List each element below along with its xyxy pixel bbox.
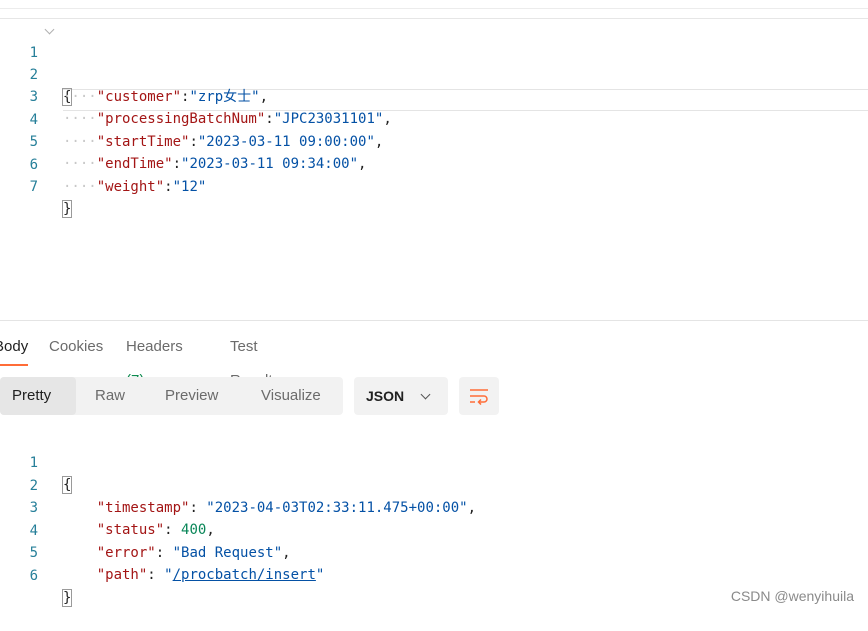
path-link[interactable]: /procbatch/insert xyxy=(173,567,316,583)
json-value: "2023-03-11 09:00:00" xyxy=(197,134,375,150)
chevron-down-icon xyxy=(420,389,431,400)
json-comma: , xyxy=(374,134,384,150)
json-comma: , xyxy=(282,545,291,561)
fold-chevron-icon[interactable] xyxy=(44,24,55,35)
view-mode-segmented-control: Pretty Raw Preview Visualize xyxy=(0,377,343,415)
pane-divider[interactable] xyxy=(0,320,868,321)
editor-line: 4 ····"startTime":"2023-03-11 09:00:00", xyxy=(0,87,384,150)
language-select-value: JSON xyxy=(366,388,405,404)
json-comma: , xyxy=(259,89,269,105)
json-value: "Bad Request" xyxy=(172,545,283,561)
editor-line: 1 { xyxy=(0,20,73,106)
close-brace: } xyxy=(61,200,73,218)
language-select[interactable]: JSON xyxy=(354,377,448,415)
json-comma: , xyxy=(467,500,477,516)
json-comma: , xyxy=(358,156,367,172)
watermark: CSDN @wenyihuila xyxy=(730,588,854,604)
tab-cookies[interactable]: Cookies xyxy=(49,330,103,364)
raw-label: Raw xyxy=(95,387,126,404)
line-number: 7 xyxy=(29,179,38,195)
top-border xyxy=(0,8,868,9)
json-comma: , xyxy=(206,522,215,538)
editor-line: 2 ····"customer":"zrp女士", xyxy=(0,42,268,105)
preview-label: Preview xyxy=(165,387,219,404)
json-comma: , xyxy=(383,111,392,127)
editor-line: 5 ····"endTime":"2023-03-11 09:34:00", xyxy=(0,109,367,172)
pretty-button[interactable]: Pretty xyxy=(0,377,76,415)
json-key: "status" xyxy=(96,522,165,538)
response-line: 6 } xyxy=(0,543,73,607)
raw-button[interactable]: Raw xyxy=(95,377,125,415)
active-tab-indicator xyxy=(0,364,28,366)
request-body-editor[interactable]: 1 { 2 ····"customer":"zrp女士", 3 ····"pro… xyxy=(0,20,868,320)
response-body-viewer[interactable]: 1 { 2 "timestamp": "2023-04-03T02:33:11.… xyxy=(0,430,868,607)
json-key: "path" xyxy=(96,567,148,583)
wrap-lines-button[interactable] xyxy=(459,377,499,415)
json-key: "endTime" xyxy=(96,156,173,172)
visualize-button[interactable]: Visualize xyxy=(261,377,321,415)
json-number-value: 400 xyxy=(181,522,207,538)
visualize-label: Visualize xyxy=(261,387,321,404)
tab-headers-label: Headers xyxy=(126,338,183,355)
json-value: "JPC23031101" xyxy=(273,111,384,127)
response-line: 2 "timestamp": "2023-04-03T02:33:11.475+… xyxy=(0,453,476,516)
json-value: "2023-04-03T02:33:11.475+00:00" xyxy=(206,500,468,516)
response-line: 4 "error": "Bad Request", xyxy=(0,498,291,561)
json-key: "startTime" xyxy=(96,134,190,150)
line-number: 6 xyxy=(29,568,38,584)
json-value: "2023-03-11 09:34:00" xyxy=(181,156,359,172)
preview-button[interactable]: Preview xyxy=(165,377,218,415)
response-line: 5 "path": "/procbatch/insert" xyxy=(0,520,325,583)
pretty-label: Pretty xyxy=(12,387,52,404)
tab-body-label: Body xyxy=(0,338,29,355)
json-key: "weight" xyxy=(96,179,165,195)
editor-line: 7 } xyxy=(0,154,73,218)
editor-line: 3 ····"processingBatchNum":"JPC23031101"… xyxy=(0,64,392,127)
tab-cookies-label: Cookies xyxy=(49,338,104,355)
json-value: "12" xyxy=(172,179,207,195)
editor-line: 6 ····"weight":"12" xyxy=(0,132,207,195)
json-key: "processingBatchNum" xyxy=(96,111,266,127)
json-key: "error" xyxy=(96,545,156,561)
json-value: "zrp女士" xyxy=(189,89,260,105)
close-brace: } xyxy=(61,589,73,607)
response-line: 3 "status": 400, xyxy=(0,475,215,538)
open-brace: { xyxy=(61,476,73,494)
wrap-lines-icon xyxy=(470,389,488,405)
json-key: "timestamp" xyxy=(96,500,190,516)
tab-body[interactable]: Body xyxy=(0,330,28,364)
json-key: "customer" xyxy=(96,89,182,105)
top-border-inner xyxy=(0,18,868,19)
response-line: 1 { xyxy=(0,430,73,494)
